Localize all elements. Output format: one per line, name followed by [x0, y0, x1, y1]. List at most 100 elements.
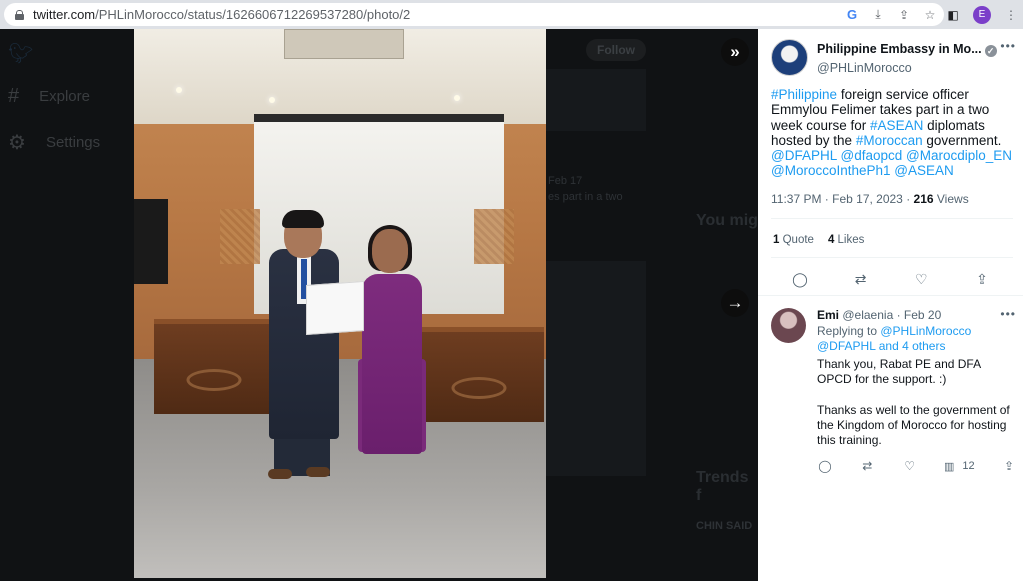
tweet-link[interactable]: @Marocdiplo_EN: [906, 148, 1012, 163]
author-name-text: Philippine Embassy in Mo...: [817, 42, 982, 56]
reply-body: Thank you, Rabat PE and DFA OPCD for the…: [817, 357, 1015, 463]
replying-prefix: Replying to: [817, 324, 881, 338]
reply-paragraph: Thanks as well to the government of the …: [817, 402, 1010, 448]
author-name[interactable]: Philippine Embassy in Mo... ✓: [817, 42, 997, 57]
photo-certificate: [306, 280, 364, 336]
replying-to: Replying to @PHLinMorocco @DFAPHL and 4 o…: [817, 324, 1012, 354]
reply-header: Emi @elaenia · Feb 20: [817, 308, 941, 322]
views-icon: ▥: [943, 460, 955, 473]
divider: [758, 295, 1023, 296]
tweet-text: #Philippine foreign service officer Emmy…: [771, 87, 1013, 179]
photo-man-hair: [282, 210, 324, 228]
tweet-text-segment: government.: [922, 132, 1002, 148]
author-avatar[interactable]: [771, 39, 808, 76]
bg-date: Feb 17: [548, 175, 583, 187]
bg-text: es part in a two: [548, 191, 623, 203]
tweet-link[interactable]: #Moroccan: [856, 133, 923, 148]
tweet-link[interactable]: #ASEAN: [870, 118, 923, 133]
reply-views-count: 12: [962, 460, 975, 472]
reply-date[interactable]: · Feb 20: [893, 308, 942, 322]
tweet-panel: Philippine Embassy in Mo... ✓ @PHLinMoroc…: [758, 29, 1023, 581]
divider: [771, 218, 1013, 219]
reply-views[interactable]: ▥ 12: [944, 460, 975, 473]
photo-desk: [414, 327, 544, 422]
tweet-link[interactable]: @MoroccoInthePh1: [771, 163, 891, 178]
photo-lamp: [176, 87, 182, 93]
follow-button[interactable]: Follow: [586, 39, 646, 61]
google-icon[interactable]: G: [844, 7, 860, 23]
reply-name[interactable]: Emi: [817, 308, 839, 322]
reply-tweet[interactable]: Emi @elaenia · Feb 20 ••• Replying to @P…: [771, 305, 1016, 505]
reply-icon[interactable]: ◯: [791, 270, 809, 288]
photo-woman: [362, 274, 422, 454]
photo-tv: [134, 199, 168, 284]
reply-handle[interactable]: @elaenia: [842, 308, 893, 322]
tweet-stats: 1 Quote 4 Likes: [773, 234, 864, 246]
nav-explore[interactable]: # Explore: [8, 85, 90, 108]
reply-avatar[interactable]: [771, 308, 806, 343]
retweet-icon[interactable]: ⇄: [859, 458, 875, 474]
likes-stat[interactable]: 4 Likes: [828, 234, 864, 246]
background-card: [546, 69, 646, 131]
tweet-link[interactable]: @ASEAN: [894, 163, 953, 178]
reply-actions: ◯ ⇄ ♡ ▥ 12 ⇪: [817, 458, 1017, 474]
share-tweet-icon[interactable]: ⇪: [973, 270, 991, 288]
photo-desk: [154, 319, 274, 414]
bg-trend-item: CHIN SAID: [696, 520, 753, 532]
photo-woman-head: [372, 229, 408, 273]
photo-shoe: [306, 467, 330, 477]
tweet-photo[interactable]: [134, 29, 546, 578]
photo-lamp: [454, 95, 460, 101]
author-handle[interactable]: @PHLinMorocco: [817, 61, 912, 75]
nav-explore-label: Explore: [39, 88, 90, 105]
tweet-meta: 11:37 PM · Feb 17, 2023 · 216 Views: [771, 192, 969, 206]
divider: [771, 257, 1013, 258]
more-icon[interactable]: •••: [1000, 39, 1016, 53]
replying-others-link[interactable]: @DFAPHL and 4 others: [817, 339, 945, 353]
quote-label: Quote: [779, 234, 814, 246]
like-icon[interactable]: ♡: [912, 270, 930, 288]
verified-icon: ✓: [984, 45, 997, 57]
likes-label: Likes: [834, 234, 865, 246]
tweet-header: Philippine Embassy in Mo... ✓ @PHLinMoroc…: [771, 39, 1016, 84]
tweet-link[interactable]: @DFAPHL: [771, 148, 837, 163]
tweet-link[interactable]: #Philippine: [771, 87, 837, 102]
gear-icon: ⚙: [8, 132, 26, 154]
views-count: 216: [913, 192, 934, 206]
url-host: twitter.com: [33, 7, 96, 22]
browser-toolbar: twitter.com/PHLinMorocco/status/16266067…: [0, 0, 1023, 29]
next-icon[interactable]: →: [721, 289, 749, 317]
photo-wall-panel: [474, 209, 514, 264]
profile-avatar[interactable]: E: [973, 5, 991, 24]
share-tweet-icon[interactable]: ⇪: [1001, 458, 1017, 474]
reply-icon[interactable]: ◯: [817, 458, 833, 474]
twitter-logo-icon: 🐦︎: [8, 43, 34, 65]
more-icon[interactable]: •••: [1000, 307, 1016, 321]
install-icon[interactable]: ⤓: [870, 7, 886, 23]
collapse-icon[interactable]: »: [721, 38, 749, 66]
nav-settings-label: Settings: [45, 134, 101, 151]
url-path: /PHLinMorocco/status/1626606712269537280…: [95, 7, 411, 22]
bg-you-might-like: You mig: [696, 212, 758, 229]
photo-wall-panel: [220, 209, 260, 264]
lock-icon[interactable]: [15, 9, 24, 20]
bg-trends: Trends f: [696, 469, 749, 504]
menu-icon[interactable]: ⋮: [1003, 7, 1019, 23]
photo-shoe: [268, 469, 292, 479]
address-bar[interactable]: twitter.com/PHLinMorocco/status/16266067…: [4, 3, 944, 26]
tweet-timestamp[interactable]: 11:37 PM · Feb 17, 2023 ·: [771, 192, 914, 206]
quotes-stat[interactable]: 1 Quote: [773, 234, 814, 246]
replying-to-link[interactable]: @PHLinMorocco: [880, 324, 971, 338]
reply-paragraph: Thank you, Rabat PE and DFA OPCD for the…: [817, 357, 981, 387]
photo-lamp: [269, 97, 275, 103]
photo-ac-unit: [284, 29, 404, 59]
url-text[interactable]: twitter.com/PHLinMorocco/status/16266067…: [33, 7, 410, 22]
retweet-icon[interactable]: ⇄: [852, 270, 870, 288]
like-icon[interactable]: ♡: [902, 458, 918, 474]
share-icon[interactable]: ⇪: [896, 7, 912, 23]
star-icon[interactable]: ☆: [922, 7, 938, 23]
nav-settings[interactable]: ⚙ Settings: [8, 130, 100, 155]
sidepanel-icon[interactable]: ◧: [945, 7, 961, 23]
hashtag-icon: #: [8, 85, 20, 107]
tweet-link[interactable]: @dfaopcd: [841, 148, 903, 163]
